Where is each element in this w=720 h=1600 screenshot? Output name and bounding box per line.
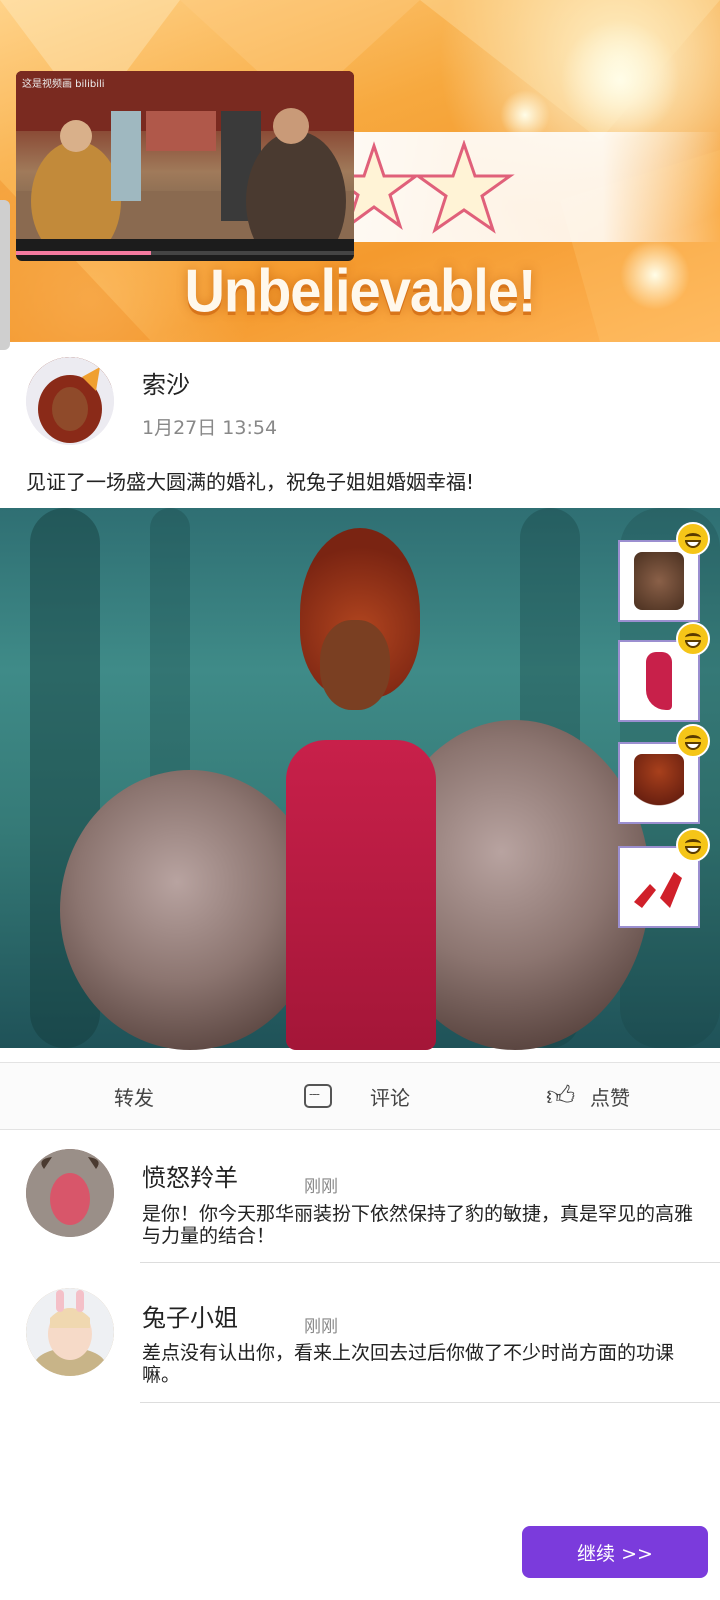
comment-text: 差点没有认出你，看来上次回去过后你做了不少时尚方面的功课嘛。	[142, 1342, 675, 1386]
rating-stars	[344, 140, 515, 234]
banner-headline: Unbelievable!	[184, 256, 536, 325]
forward-button[interactable]: 转发	[70, 1063, 154, 1129]
character-dress	[286, 740, 436, 1050]
forward-icon	[70, 1081, 100, 1111]
comment-time: 刚刚	[304, 1317, 338, 1337]
thumbs-up-icon: 👍︎	[546, 1079, 576, 1112]
post-action-bar: 转发 评论 👍︎ 点赞	[0, 1062, 720, 1130]
forward-label: 转发	[114, 1085, 154, 1110]
edge-handle	[0, 200, 10, 350]
star-icon	[344, 141, 421, 230]
smile-icon	[676, 828, 710, 862]
comment-time: 刚刚	[304, 1177, 338, 1197]
comment-label: 评论	[370, 1085, 410, 1110]
star-icon	[413, 140, 515, 234]
divider	[140, 1262, 720, 1263]
divider	[140, 1402, 720, 1403]
comment-icon	[304, 1084, 332, 1108]
like-label: 点赞	[590, 1085, 630, 1110]
post-username[interactable]: 索沙	[142, 365, 190, 400]
comment-avatar[interactable]	[26, 1149, 114, 1237]
post-avatar[interactable]	[26, 357, 114, 445]
smile-icon	[676, 522, 710, 556]
comment-author[interactable]: 兔子小姐	[142, 1298, 238, 1333]
video-watermark: 这是视频画 bilibili	[22, 79, 105, 90]
post-text: 见证了一场盛大圆满的婚礼，祝兔子姐姐婚姻幸福!	[26, 470, 475, 494]
video-progress-fill	[16, 251, 152, 255]
comment-author[interactable]: 愤怒羚羊	[142, 1158, 238, 1193]
smile-icon	[676, 622, 710, 656]
like-button[interactable]: 👍︎ 点赞	[546, 1063, 630, 1129]
comment-avatar[interactable]	[26, 1288, 114, 1376]
comment-text: 是你！你今天那华丽装扮下依然保持了豹的敏捷，真是罕见的高雅与力量的结合！	[142, 1203, 694, 1247]
smile-icon	[676, 724, 710, 758]
continue-button[interactable]: 继续 >>	[522, 1526, 708, 1578]
post-timestamp: 1月27日 13:54	[142, 417, 278, 439]
fur-stole-left	[60, 770, 320, 1050]
comment-button[interactable]: 评论	[304, 1063, 410, 1129]
video-progress-bar[interactable]	[16, 251, 354, 255]
video-frame	[16, 71, 354, 261]
character-face	[320, 620, 390, 710]
video-player[interactable]: 这是视频画 bilibili	[16, 71, 354, 261]
